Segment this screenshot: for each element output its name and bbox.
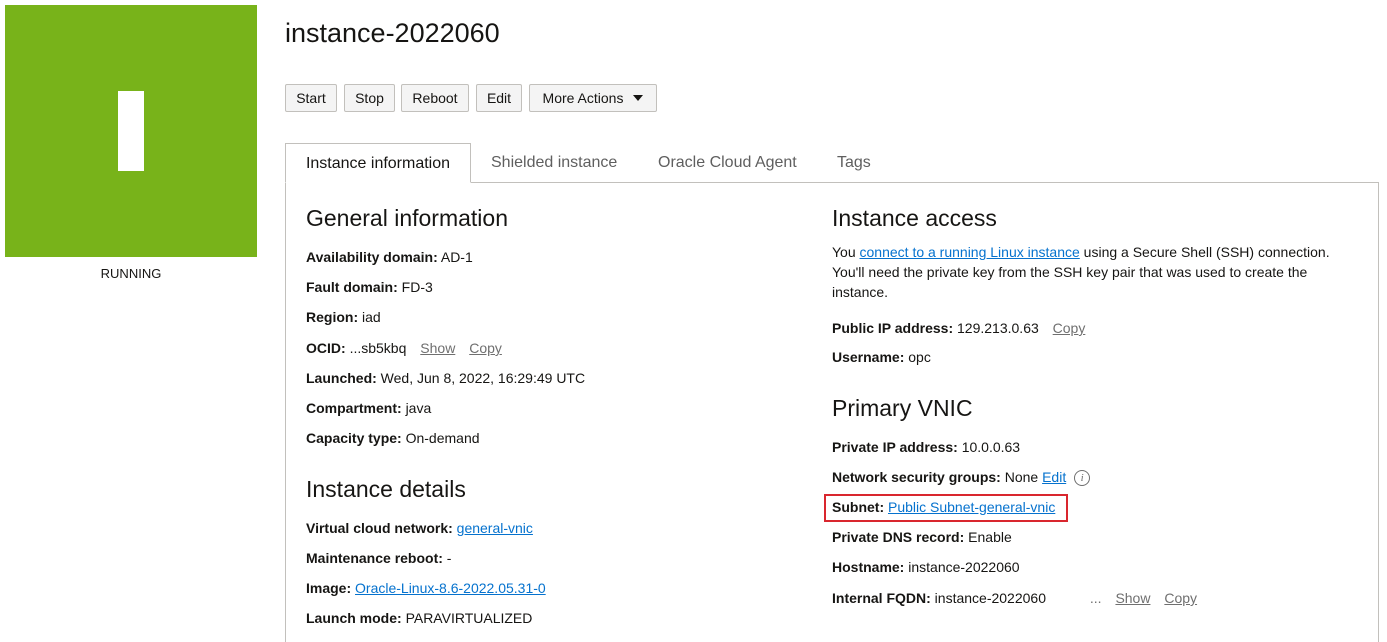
username-row: Username: opc [832, 349, 931, 365]
fqdn-label: Internal FQDN: [832, 590, 931, 606]
info-icon[interactable]: i [1074, 470, 1091, 487]
private-dns-label: Private DNS record: [832, 529, 965, 545]
capacity-type-row: Capacity type: On-demand [306, 430, 480, 446]
maintenance-reboot-value: - [446, 550, 452, 566]
general-information-heading: General information [306, 205, 508, 231]
image-label: Image: [306, 580, 352, 596]
instance-letter-glyph [118, 91, 144, 171]
more-actions-label: More Actions [542, 90, 624, 106]
compartment-label: Compartment: [306, 400, 402, 416]
hostname-label: Hostname: [832, 559, 905, 575]
capacity-type-value: On-demand [405, 430, 480, 446]
page-title: instance-2022060 [285, 18, 500, 48]
compartment-value: java [405, 400, 432, 416]
stop-button[interactable]: Stop [344, 84, 395, 112]
region-value: iad [362, 309, 381, 325]
connect-instance-link[interactable]: connect to a running Linux instance [860, 244, 1080, 260]
fault-domain-row: Fault domain: FD-3 [306, 279, 433, 295]
ocid-copy-link[interactable]: Copy [469, 340, 502, 356]
vcn-row: Virtual cloud network: general-vnic [306, 520, 533, 536]
launched-label: Launched: [306, 370, 377, 386]
subnet-highlight-box [824, 494, 1068, 522]
ocid-show-link[interactable]: Show [420, 340, 455, 356]
ocid-value: ...sb5kbq [349, 340, 407, 356]
tab-oracle-cloud-agent[interactable]: Oracle Cloud Agent [658, 143, 797, 183]
region-row: Region: iad [306, 309, 381, 325]
fqdn-ellipsis: ... [1089, 590, 1102, 606]
fqdn-copy-link[interactable]: Copy [1164, 590, 1197, 606]
fault-domain-value: FD-3 [401, 279, 433, 295]
hostname-row: Hostname: instance-2022060 [832, 559, 1020, 575]
start-button[interactable]: Start [285, 84, 337, 112]
tab-bar: Instance information Shielded instance O… [285, 143, 1379, 183]
vcn-link[interactable]: general-vnic [457, 520, 533, 536]
vcn-label: Virtual cloud network: [306, 520, 453, 536]
region-label: Region: [306, 309, 359, 325]
primary-vnic-heading: Primary VNIC [832, 395, 973, 421]
reboot-button[interactable]: Reboot [401, 84, 469, 112]
access-intro: You connect to a running Linux instance … [832, 242, 1342, 302]
image-link[interactable]: Oracle-Linux-8.6-2022.05.31-0 [355, 580, 546, 596]
public-ip-value: 129.213.0.63 [957, 320, 1039, 336]
private-dns-value: Enable [968, 529, 1012, 545]
private-ip-row: Private IP address: 10.0.0.63 [832, 439, 1020, 455]
username-value: opc [908, 349, 931, 365]
nsg-row: Network security groups: None Edit i [832, 469, 1091, 487]
compartment-row: Compartment: java [306, 400, 431, 416]
maintenance-reboot-row: Maintenance reboot: - [306, 550, 451, 566]
nsg-edit-link[interactable]: Edit [1042, 469, 1066, 485]
public-ip-copy-link[interactable]: Copy [1053, 320, 1086, 336]
maintenance-reboot-label: Maintenance reboot: [306, 550, 443, 566]
launch-mode-label: Launch mode: [306, 610, 402, 626]
status-label: RUNNING [100, 266, 162, 281]
more-actions-button[interactable]: More Actions [529, 84, 657, 112]
availability-domain-row: Availability domain: AD-1 [306, 249, 473, 265]
caret-down-icon [633, 95, 644, 101]
private-ip-value: 10.0.0.63 [961, 439, 1021, 455]
edit-button[interactable]: Edit [476, 84, 522, 112]
fqdn-row: Internal FQDN: instance-2022060 ... Show… [832, 590, 1197, 606]
private-ip-label: Private IP address: [832, 439, 958, 455]
launched-row: Launched: Wed, Jun 8, 2022, 16:29:49 UTC [306, 370, 585, 386]
fault-domain-label: Fault domain: [306, 279, 398, 295]
instance-status-tile [5, 5, 257, 257]
nsg-value: None [1004, 469, 1039, 485]
availability-domain-value: AD-1 [440, 249, 473, 265]
access-intro-prefix: You [832, 244, 860, 260]
launched-value: Wed, Jun 8, 2022, 16:29:49 UTC [380, 370, 586, 386]
launch-mode-row: Launch mode: PARAVIRTUALIZED [306, 610, 532, 626]
fqdn-value: instance-2022060 [934, 590, 1046, 606]
instance-details-heading: Instance details [306, 476, 466, 502]
capacity-type-label: Capacity type: [306, 430, 402, 446]
ocid-row: OCID: ...sb5kbq Show Copy [306, 340, 502, 356]
fqdn-show-link[interactable]: Show [1115, 590, 1150, 606]
launch-mode-value: PARAVIRTUALIZED [405, 610, 533, 626]
image-row: Image: Oracle-Linux-8.6-2022.05.31-0 [306, 580, 546, 596]
ocid-label: OCID: [306, 340, 346, 356]
nsg-label: Network security groups: [832, 469, 1001, 485]
hostname-value: instance-2022060 [908, 559, 1020, 575]
tab-tags[interactable]: Tags [837, 143, 871, 183]
username-label: Username: [832, 349, 905, 365]
tab-instance-information[interactable]: Instance information [285, 143, 471, 183]
tab-shielded-instance[interactable]: Shielded instance [491, 143, 617, 183]
instance-access-heading: Instance access [832, 205, 997, 231]
public-ip-label: Public IP address: [832, 320, 954, 336]
availability-domain-label: Availability domain: [306, 249, 438, 265]
private-dns-row: Private DNS record: Enable [832, 529, 1012, 545]
public-ip-row: Public IP address: 129.213.0.63 Copy [832, 320, 1085, 336]
